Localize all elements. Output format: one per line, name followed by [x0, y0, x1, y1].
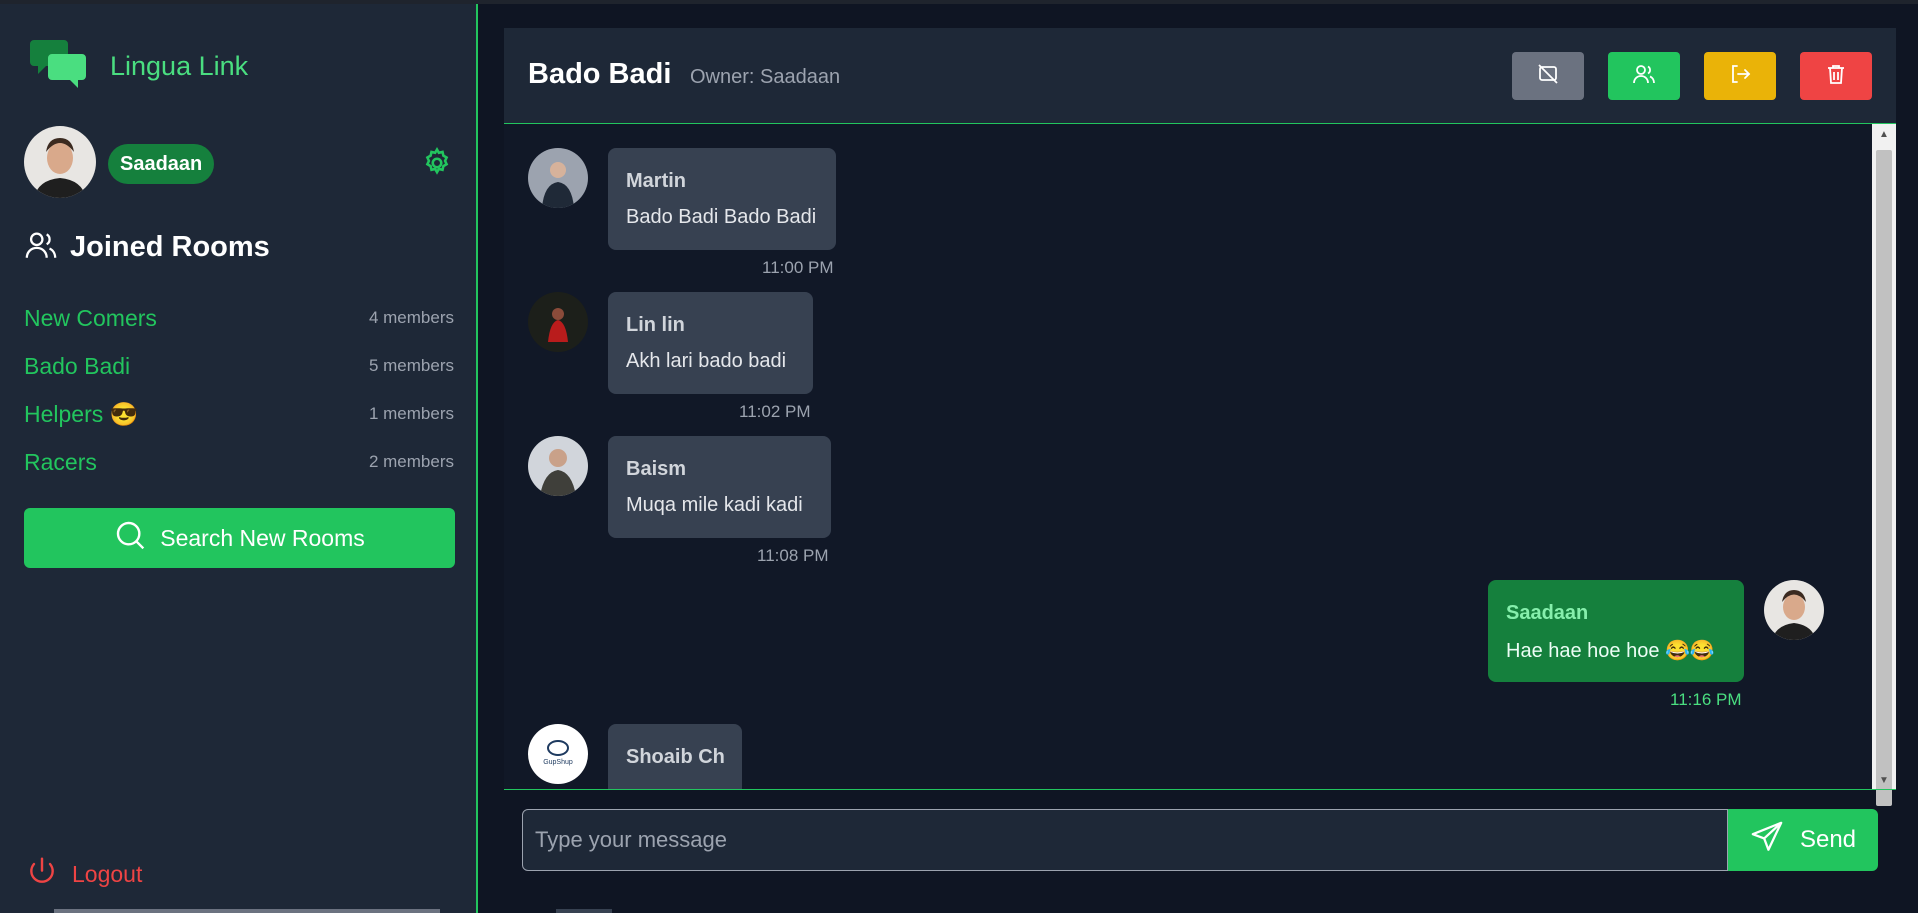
- delete-room-button[interactable]: [1800, 52, 1872, 100]
- sender-avatar[interactable]: [1764, 580, 1824, 640]
- message-sender: Martin: [626, 170, 686, 192]
- logout-button[interactable]: Logout: [26, 856, 142, 893]
- room-member-count: 1 members: [368, 404, 454, 423]
- room-item-helpers[interactable]: Helpers 😎 1 members: [24, 390, 454, 438]
- username-badge: Saadaan: [108, 144, 215, 184]
- room-name: New Comers: [24, 304, 157, 331]
- message-sender: Baism: [626, 458, 687, 480]
- send-button[interactable]: Send: [1728, 809, 1878, 871]
- room-member-count: 2 members: [368, 452, 454, 471]
- user-profile: Saadaan: [24, 126, 454, 198]
- room-name: Bado Badi: [24, 352, 131, 379]
- message-composer: Send: [522, 809, 1878, 871]
- room-list: New Comers 4 members Bado Badi 5 members…: [24, 294, 454, 486]
- search-icon: [114, 519, 160, 557]
- message-bubble: Saadaan Hae hae hoe hoe 😂😂: [1488, 580, 1744, 682]
- send-icon: [1750, 820, 1800, 861]
- sender-avatar[interactable]: GupShup: [528, 724, 588, 784]
- chat-header: Bado Badi Owner: Saadaan: [504, 28, 1896, 124]
- bottom-scroll-indicator: [556, 909, 612, 913]
- message-text: Akh lari bado badi: [626, 350, 787, 372]
- message-time: 11:02 PM: [739, 402, 811, 421]
- leave-icon: [1728, 62, 1752, 91]
- room-item-bado-badi[interactable]: Bado Badi 5 members: [24, 342, 454, 390]
- room-item-racers[interactable]: Racers 2 members: [24, 438, 454, 486]
- message-text: Bado Badi Bado Badi: [626, 206, 817, 228]
- members-icon: [1632, 62, 1656, 91]
- search-new-rooms-button[interactable]: Search New Rooms: [24, 508, 455, 568]
- message-list[interactable]: Martin Bado Badi Bado Badi 11:00 PM Lin …: [504, 124, 1872, 790]
- users-icon: [24, 228, 58, 267]
- gear-icon[interactable]: [420, 146, 454, 180]
- room-title: Bado Badi: [528, 58, 672, 90]
- room-owner: Owner: Saadaan: [690, 66, 841, 88]
- leave-room-button[interactable]: [1704, 52, 1776, 100]
- message-bubble: Baism Muqa mile kadi kadi: [608, 436, 831, 538]
- joined-rooms-heading: Joined Rooms: [24, 228, 270, 267]
- brand[interactable]: Lingua Link: [30, 36, 248, 97]
- horizontal-scrollbar[interactable]: [54, 909, 440, 913]
- svg-text:GupShup: GupShup: [543, 759, 573, 766]
- members-button[interactable]: [1608, 52, 1680, 100]
- scroll-thumb[interactable]: [1876, 150, 1892, 806]
- sender-avatar[interactable]: [528, 436, 588, 496]
- user-avatar[interactable]: [24, 126, 96, 198]
- chat-bubbles-logo-icon: [30, 36, 90, 97]
- message-divider: [504, 789, 1896, 790]
- message-bubble: Lin lin Akh lari bado badi: [608, 292, 813, 394]
- send-label: Send: [1799, 826, 1857, 853]
- app-name: Lingua Link: [110, 51, 249, 81]
- sidebar: Lingua Link Saadaan Joined Rooms New Com…: [0, 4, 478, 913]
- room-member-count: 5 members: [368, 356, 454, 375]
- search-new-rooms-label: Search New Rooms: [160, 524, 365, 551]
- joined-rooms-title: Joined Rooms: [70, 231, 270, 263]
- power-icon: [26, 856, 58, 893]
- scroll-up-arrow-icon[interactable]: ▲: [1872, 124, 1896, 144]
- message-bubble: Martin Bado Badi Bado Badi: [608, 148, 836, 250]
- sender-avatar[interactable]: [528, 292, 588, 352]
- message-sender: Lin lin: [626, 314, 685, 336]
- message-input[interactable]: [522, 809, 1728, 871]
- message-bubble: Shoaib Ch: [608, 724, 742, 790]
- toggle-video-button[interactable]: [1512, 52, 1584, 100]
- trash-icon: [1824, 62, 1848, 91]
- room-name: Helpers 😎: [24, 400, 139, 427]
- message-sender: Saadaan: [1506, 602, 1589, 624]
- room-member-count: 4 members: [368, 308, 454, 327]
- room-item-new-comers[interactable]: New Comers 4 members: [24, 294, 454, 342]
- message-time: 11:16 PM: [1670, 690, 1742, 709]
- logout-label: Logout: [72, 861, 143, 887]
- scroll-down-arrow-icon[interactable]: ▼: [1872, 770, 1896, 790]
- message-sender: Shoaib Ch: [626, 746, 725, 768]
- sender-avatar[interactable]: [528, 148, 588, 208]
- message-text: Muqa mile kadi kadi: [626, 494, 803, 516]
- message-time: 11:00 PM: [762, 258, 834, 277]
- message-scrollbar[interactable]: ▲ ▼: [1872, 124, 1896, 806]
- room-name: Racers: [24, 448, 97, 475]
- message-text: Hae hae hoe hoe 😂😂: [1506, 640, 1715, 662]
- video-off-icon: [1536, 62, 1560, 91]
- message-time: 11:08 PM: [757, 546, 829, 565]
